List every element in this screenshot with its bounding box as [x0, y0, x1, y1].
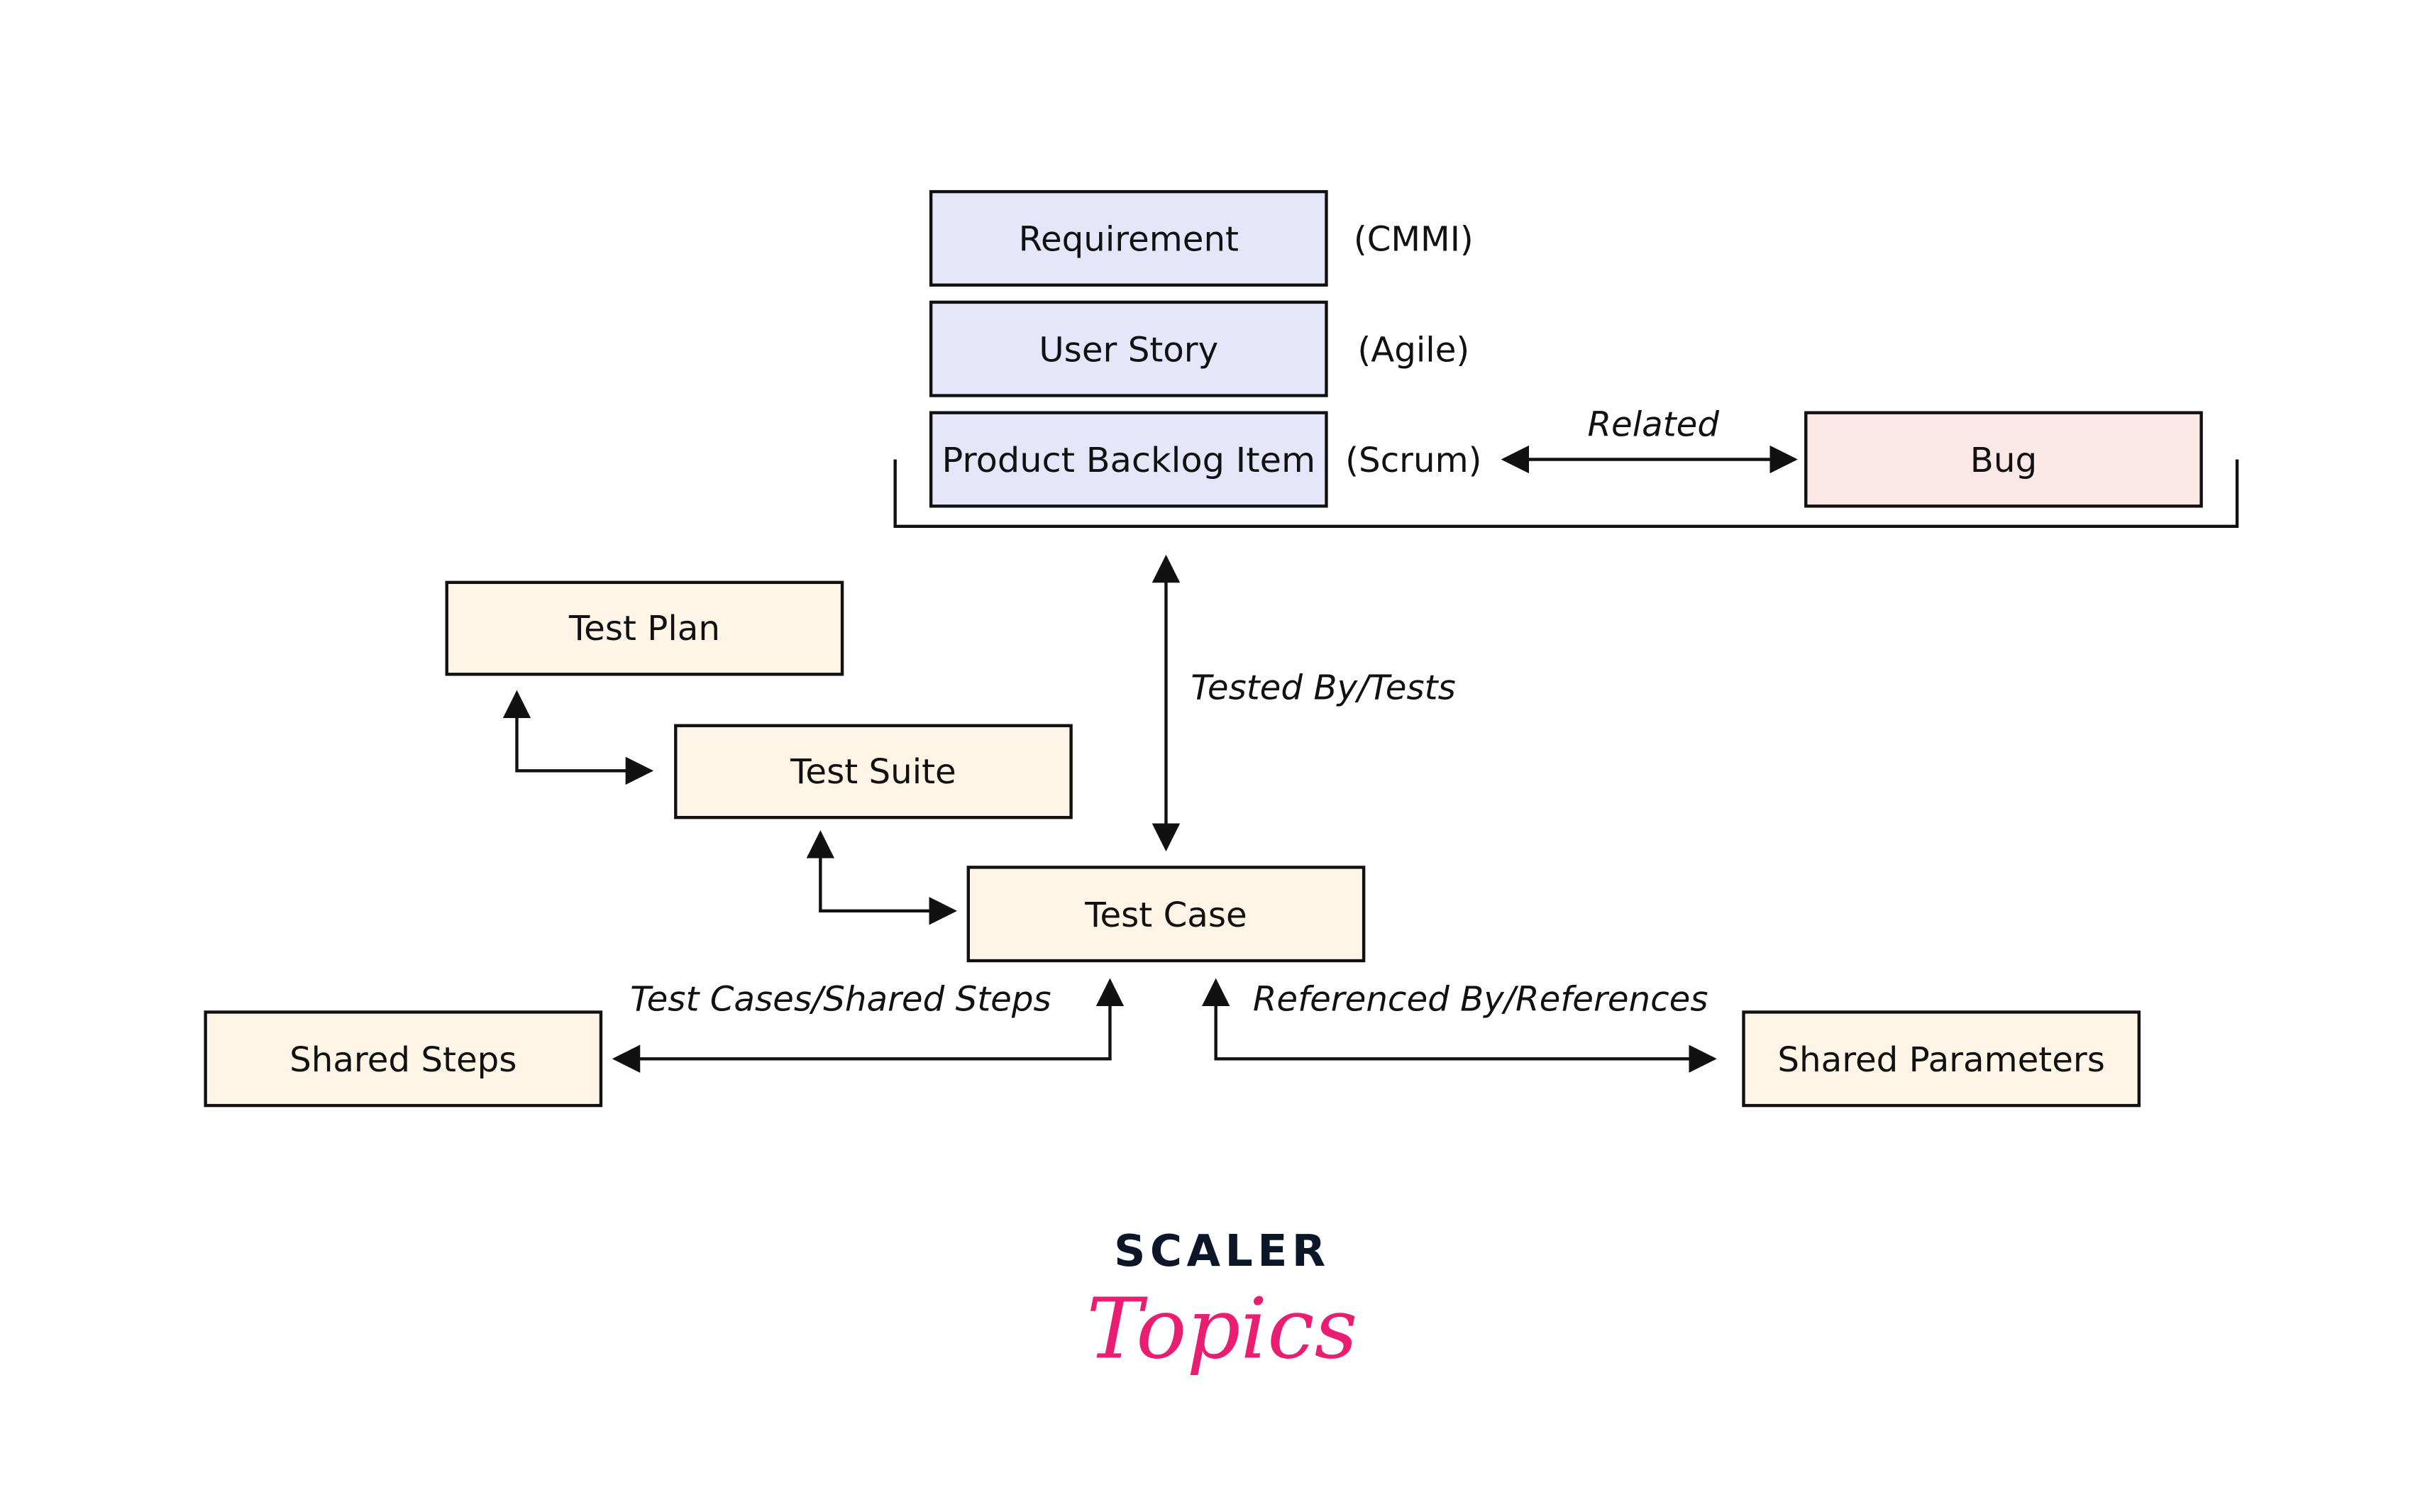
node-label: Bug — [1970, 441, 2037, 480]
node-label: Shared Parameters — [1777, 1040, 2105, 1080]
edge-label-related: Related — [1587, 405, 1719, 445]
node-label: Test Case — [1084, 895, 1247, 935]
node-bug: Bug — [1804, 411, 2203, 508]
node-user-story: User Story — [929, 300, 1328, 397]
edge-label-tested-by: Tested By/Tests — [1191, 668, 1455, 707]
node-label: Shared Steps — [289, 1040, 517, 1080]
diagram: Requirement User Story Product Backlog I… — [204, 189, 2239, 1378]
node-test-case: Test Case — [966, 866, 1366, 963]
logo-topics: Topics — [1086, 1280, 1357, 1378]
node-test-plan: Test Plan — [445, 580, 844, 676]
logo-scaler: SCALER — [1114, 1226, 1330, 1276]
node-label: Test Suite — [790, 752, 956, 792]
node-shared-parameters: Shared Parameters — [1742, 1010, 2141, 1108]
scaler-topics-logo: SCALER Topics — [1086, 1226, 1357, 1377]
node-label: Requirement — [1019, 219, 1239, 259]
node-product-backlog-item: Product Backlog Item — [929, 411, 1328, 508]
annotation-cmmi: (CMMI) — [1354, 219, 1474, 259]
node-label: Test Plan — [568, 609, 720, 649]
edge-suite-case — [806, 830, 957, 925]
edge-plan-suite — [502, 690, 654, 785]
node-label: Product Backlog Item — [942, 441, 1315, 480]
node-label: User Story — [1039, 330, 1218, 370]
annotation-agile: (Agile) — [1357, 330, 1469, 370]
edge-label-shared-steps: Test Cases/Shared Steps — [630, 979, 1051, 1019]
node-shared-steps: Shared Steps — [204, 1010, 603, 1108]
edge-label-referenced-by: Referenced By/References — [1253, 979, 1708, 1019]
annotation-scrum: (Scrum) — [1345, 441, 1481, 480]
node-requirement: Requirement — [929, 189, 1328, 287]
node-test-suite: Test Suite — [674, 724, 1073, 820]
